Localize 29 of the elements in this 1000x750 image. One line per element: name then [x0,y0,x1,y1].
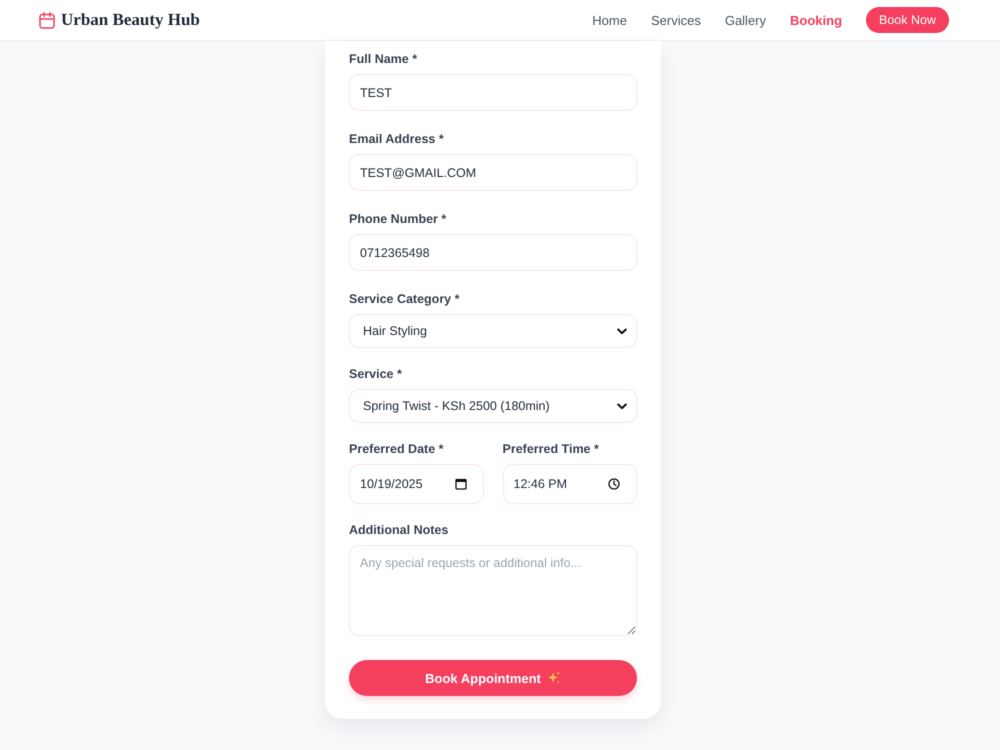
text-input[interactable]: 0712365498 [349,234,637,271]
field-label: Full Name * [349,51,418,67]
field-label: Additional Notes [349,522,450,538]
field-label: Phone Number * [349,211,448,227]
select-field[interactable]: Hair Styling [349,314,637,348]
chevron-down-icon [617,328,627,334]
nav-link[interactable]: Gallery [724,12,766,28]
field-label: Preferred Time * [502,441,600,457]
field-label: Service Category * [349,291,460,307]
text-input[interactable]: TEST [349,74,637,111]
clock-icon[interactable] [608,478,620,490]
field-label: Preferred Date * [349,441,444,457]
date-field[interactable]: 10/19/2025 [349,464,484,504]
chevron-down-icon [617,402,627,410]
nav-link[interactable]: Home [592,12,627,28]
sparkle-icon [546,671,561,685]
book-now-button[interactable]: Book Now [866,7,949,33]
text-input[interactable]: TEST@GMAIL.COM [349,154,637,191]
select-field[interactable]: Spring Twist - KSh 2500 (180min) [349,389,637,423]
nav-link[interactable]: Booking [790,12,842,28]
nav-link[interactable]: Services [650,12,701,28]
calendar-icon[interactable] [454,478,466,490]
book-appointment-button[interactable]: Book Appointment [349,660,637,696]
notes-textarea[interactable]: Any special requests or additional info... [349,545,637,636]
site-title: Urban Beauty Hub [61,10,200,30]
field-label: Service * [349,366,403,382]
time-field[interactable]: 12:46 PM [502,464,637,504]
calendar-icon [39,12,55,28]
field-label: Email Address * [349,131,445,147]
